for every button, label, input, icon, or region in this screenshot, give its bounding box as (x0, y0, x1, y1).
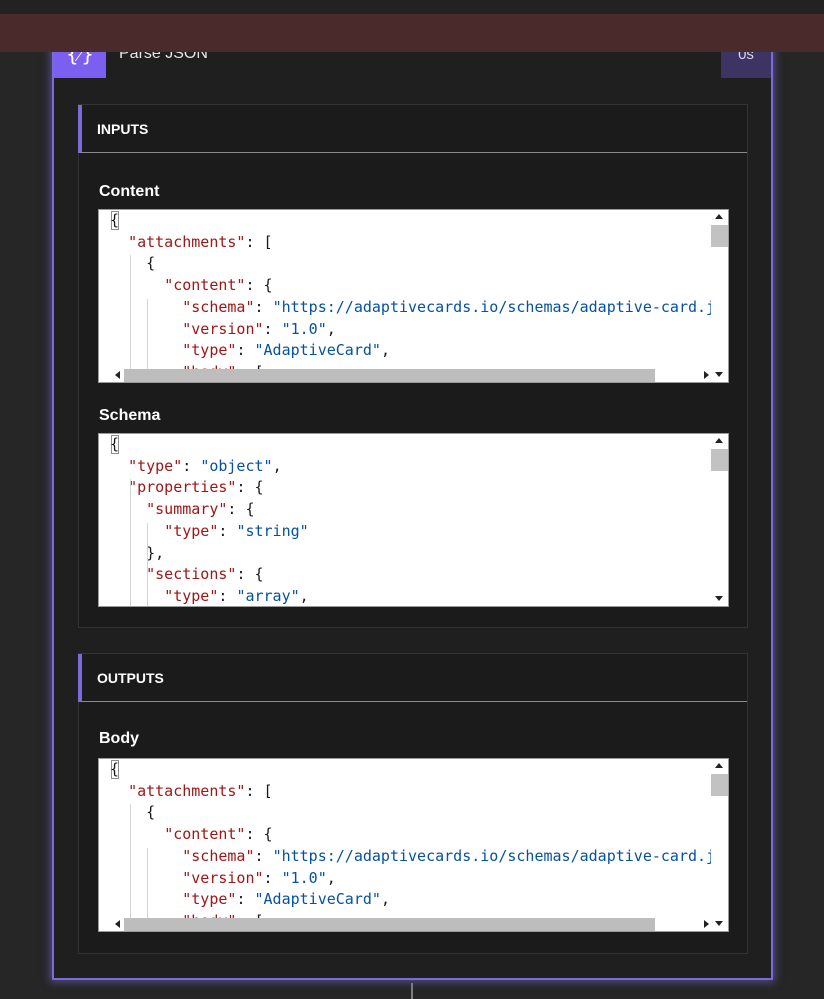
inputs-section-header[interactable]: INPUTS (78, 105, 747, 153)
body-code: { "attachments": [ { "content": { "schem… (99, 759, 713, 931)
code-line: "version": "1.0", (182, 868, 336, 887)
code-line: { (110, 254, 156, 273)
scroll-up-icon[interactable] (715, 214, 723, 219)
code-line: { (110, 803, 156, 822)
content-code: { "attachments": [ { "content": { "schem… (99, 210, 713, 382)
schema-code: { "type": "object", "properties": { "sum… (99, 434, 713, 606)
scroll-down-icon[interactable] (715, 596, 723, 601)
code-line: "properties": { (128, 478, 264, 497)
content-editor[interactable]: { "attachments": [ { "content": { "schem… (98, 209, 729, 383)
outputs-section: OUTPUTS Body { "attachments": [ { "conte… (78, 653, 748, 954)
indent-guide (147, 522, 149, 606)
content-vertical-scrollbar[interactable] (711, 210, 728, 382)
body-horizontal-scrollbar[interactable] (99, 917, 728, 931)
body-editor[interactable]: { "attachments": [ { "content": { "schem… (98, 758, 729, 932)
code-line: "summary": { (146, 500, 255, 519)
body-label: Body (99, 730, 139, 747)
scroll-right-icon[interactable] (704, 920, 709, 928)
scroll-thumb[interactable] (711, 449, 728, 471)
horizontal-scroll-thumb[interactable] (124, 918, 655, 931)
scroll-left-icon[interactable] (115, 371, 120, 379)
flow-connector (411, 983, 413, 999)
code-line: "type": "AdaptiveCard", (182, 341, 390, 360)
body-vertical-scrollbar[interactable] (711, 759, 728, 931)
scroll-right-icon[interactable] (704, 371, 709, 379)
indent-guide (130, 255, 132, 382)
inputs-section: INPUTS Content { "attachments": [ { "con… (78, 104, 748, 628)
code-line: "version": "1.0", (182, 319, 336, 338)
code-line: "schema": "https://adaptivecards.io/sche… (182, 297, 713, 316)
outputs-heading: OUTPUTS (97, 670, 164, 686)
scroll-up-icon[interactable] (715, 438, 723, 443)
scroll-up-icon[interactable] (715, 763, 723, 768)
code-line: "type": "object", (128, 456, 282, 475)
content-horizontal-scrollbar[interactable] (99, 368, 728, 382)
content-label: Content (99, 183, 160, 200)
code-line: "attachments": [ (128, 781, 273, 800)
top-band (0, 0, 824, 14)
horizontal-scroll-thumb[interactable] (124, 369, 655, 382)
error-banner (0, 14, 824, 52)
code-line: "attachments": [ (128, 232, 273, 251)
schema-label: Schema (99, 407, 161, 424)
schema-vertical-scrollbar[interactable] (711, 434, 728, 606)
scroll-thumb[interactable] (711, 774, 728, 796)
code-line: "type": "AdaptiveCard", (182, 890, 390, 909)
code-line: { (110, 760, 120, 778)
scroll-left-icon[interactable] (115, 920, 120, 928)
code-line: "schema": "https://adaptivecards.io/sche… (182, 846, 713, 865)
parse-json-action-card: {⁄} Parse JSON 0s INPUTS Content { "atta… (52, 30, 773, 980)
code-line: }, (110, 543, 165, 562)
indent-guide (130, 479, 132, 606)
code-line: "content": { (164, 825, 273, 844)
inputs-heading: INPUTS (97, 121, 149, 137)
code-line: "content": { (164, 276, 273, 295)
code-line: "type": "string" (164, 521, 309, 540)
code-line: { (110, 211, 120, 229)
code-line: "sections": { (146, 565, 264, 584)
code-line: "type": "array", (164, 586, 309, 605)
code-line: { (110, 435, 120, 453)
scroll-thumb[interactable] (711, 225, 728, 247)
schema-editor[interactable]: { "type": "object", "properties": { "sum… (98, 433, 729, 607)
indent-guide (130, 804, 132, 931)
outputs-section-header[interactable]: OUTPUTS (78, 654, 747, 702)
